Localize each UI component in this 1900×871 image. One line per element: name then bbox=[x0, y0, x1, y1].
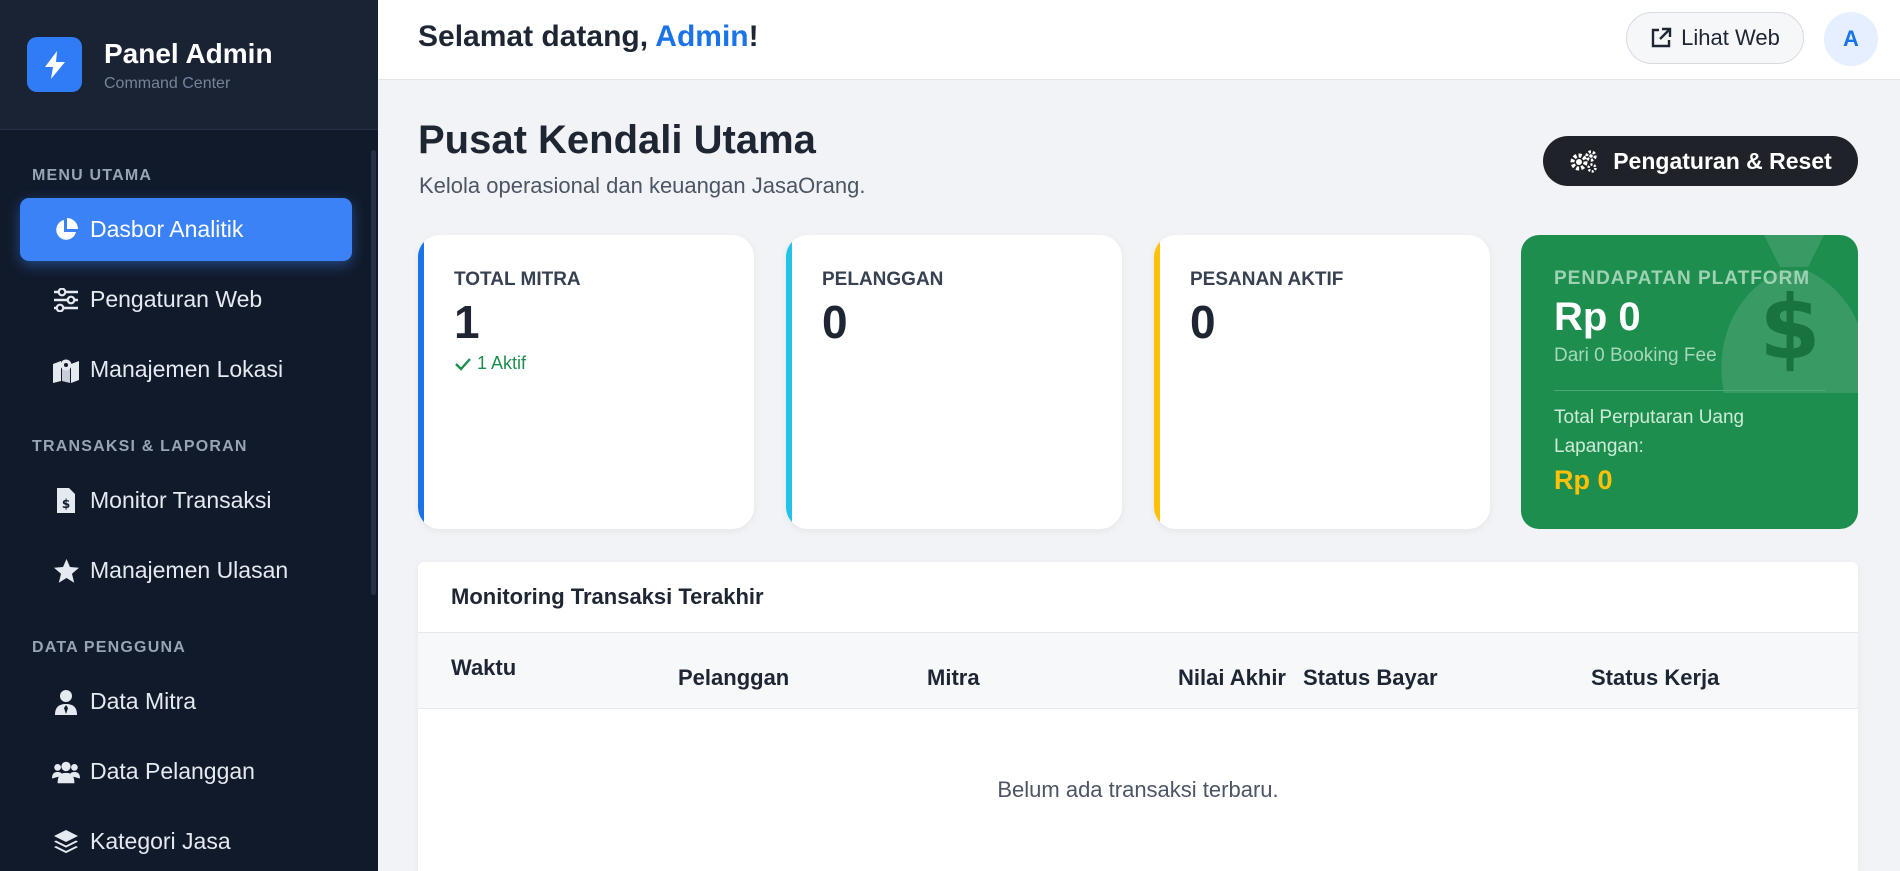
view-web-button[interactable]: Lihat Web bbox=[1626, 12, 1804, 64]
pie-chart-icon bbox=[52, 216, 80, 244]
column-header-waktu[interactable]: Waktu bbox=[451, 655, 516, 681]
empty-state-text: Belum ada transaksi terbaru. bbox=[997, 777, 1279, 802]
sidebar-item-label: Manajemen Lokasi bbox=[90, 356, 284, 382]
topbar: Selamat datang, Admin! Lihat Web A bbox=[378, 0, 1900, 80]
column-header-status-bayar[interactable]: Status Bayar bbox=[1303, 665, 1438, 691]
gears-icon bbox=[1570, 150, 1597, 173]
sidebar-item-manajemen-lokasi[interactable]: Manajemen Lokasi bbox=[20, 338, 352, 401]
sidebar-item-data-mitra[interactable]: Data Mitra bbox=[20, 670, 352, 733]
section-label-transaksi: TRANSAKSI & LAPORAN bbox=[32, 438, 248, 455]
stat-value: 0 bbox=[1190, 296, 1216, 348]
sidebar-scrollbar[interactable] bbox=[371, 150, 376, 595]
column-header-pelanggan[interactable]: Pelanggan bbox=[678, 665, 789, 691]
avatar[interactable]: A bbox=[1824, 12, 1878, 66]
settings-reset-label: Pengaturan & Reset bbox=[1613, 147, 1832, 174]
layers-icon bbox=[52, 828, 80, 856]
panel-title: Monitoring Transaksi Terakhir bbox=[451, 584, 764, 609]
sidebar-item-data-pelanggan[interactable]: Data Pelanggan bbox=[20, 740, 352, 803]
stat-note-text: 1 Aktif bbox=[477, 353, 527, 373]
card-accent-bar bbox=[418, 235, 424, 529]
money-bag-icon: $ bbox=[1721, 235, 1858, 393]
revenue-total-value: Rp 0 bbox=[1554, 465, 1613, 495]
column-header-nilai-akhir[interactable]: Nilai Akhir bbox=[1178, 665, 1286, 691]
stat-card-pelanggan: PELANGGAN 0 bbox=[786, 235, 1122, 529]
sidebar-item-label: Data Mitra bbox=[90, 688, 197, 714]
page-subtitle: Kelola operasional dan keuangan JasaOran… bbox=[419, 173, 866, 198]
column-header-mitra[interactable]: Mitra bbox=[927, 665, 980, 691]
star-icon bbox=[52, 557, 80, 585]
stat-value: 0 bbox=[822, 296, 848, 348]
sidebar-item-label: Pengaturan Web bbox=[90, 286, 263, 312]
stat-card-pesanan-aktif: PESANAN AKTIF 0 bbox=[1154, 235, 1490, 529]
sidebar-brand: Panel Admin Command Center bbox=[0, 0, 378, 130]
section-label-data-pengguna: DATA PENGGUNA bbox=[32, 639, 186, 656]
sidebar-item-label: Manajemen Ulasan bbox=[90, 557, 289, 583]
brand-subtitle: Command Center bbox=[104, 74, 231, 92]
check-icon bbox=[455, 357, 471, 371]
map-icon bbox=[52, 356, 80, 384]
brand-title: Panel Admin bbox=[104, 37, 273, 69]
column-header-status-kerja[interactable]: Status Kerja bbox=[1591, 665, 1719, 691]
sidebar-item-label: Monitor Transaksi bbox=[90, 487, 272, 513]
stat-card-total-mitra: TOTAL MITRA 1 1 Aktif bbox=[418, 235, 754, 529]
sidebar-item-label: Kategori Jasa bbox=[90, 828, 231, 854]
sidebar: Panel Admin Command Center MENU UTAMA Da… bbox=[0, 0, 378, 871]
stat-label: PESANAN AKTIF bbox=[1190, 269, 1344, 290]
sidebar-item-pengaturan-web[interactable]: Pengaturan Web bbox=[20, 268, 352, 331]
svg-text:$: $ bbox=[62, 497, 70, 511]
welcome-prefix: Selamat datang, bbox=[418, 20, 656, 53]
table-header: Waktu Pelanggan Mitra Nilai Akhir Status… bbox=[418, 632, 1858, 709]
settings-reset-button[interactable]: Pengaturan & Reset bbox=[1543, 136, 1858, 186]
sidebar-item-manajemen-ulasan[interactable]: Manajemen Ulasan bbox=[20, 539, 352, 602]
revenue-value: Rp 0 bbox=[1554, 295, 1641, 339]
stat-label: PELANGGAN bbox=[822, 269, 944, 290]
user-tie-icon bbox=[52, 688, 80, 716]
card-accent-bar bbox=[786, 235, 792, 529]
sidebar-item-dasbor-analitik[interactable]: Dasbor Analitik bbox=[20, 198, 352, 261]
revenue-divider bbox=[1554, 390, 1826, 391]
invoice-icon: $ bbox=[52, 487, 80, 515]
stat-label: TOTAL MITRA bbox=[454, 269, 581, 290]
welcome-name: Admin bbox=[655, 20, 749, 53]
sidebar-item-kategori-jasa[interactable]: Kategori Jasa bbox=[20, 810, 352, 871]
section-label-menu-utama: MENU UTAMA bbox=[32, 167, 153, 184]
page-title: Pusat Kendali Utama bbox=[418, 118, 816, 162]
stat-value: 1 bbox=[454, 296, 480, 348]
sidebar-item-label: Dasbor Analitik bbox=[90, 216, 244, 242]
users-icon bbox=[52, 758, 80, 786]
welcome-suffix: ! bbox=[748, 20, 759, 53]
card-accent-bar bbox=[1154, 235, 1160, 529]
external-link-icon bbox=[1651, 27, 1672, 48]
revenue-total-label: Total Perputaran Uang Lapangan: bbox=[1554, 407, 1745, 457]
stat-note: 1 Aktif bbox=[454, 353, 526, 374]
revenue-label: PENDAPATAN PLATFORM bbox=[1554, 268, 1811, 289]
revenue-sub: Dari 0 Booking Fee bbox=[1554, 345, 1717, 366]
revenue-card: $ PENDAPATAN PLATFORM Rp 0 Dari 0 Bookin… bbox=[1521, 235, 1858, 529]
sliders-icon bbox=[52, 286, 80, 314]
sidebar-item-monitor-transaksi[interactable]: $ Monitor Transaksi bbox=[20, 469, 352, 532]
bolt-icon bbox=[27, 37, 82, 92]
svg-text:$: $ bbox=[1759, 276, 1820, 379]
sidebar-item-label: Data Pelanggan bbox=[90, 758, 255, 784]
transactions-panel: Monitoring Transaksi Terakhir Waktu Pela… bbox=[418, 562, 1858, 871]
view-web-label: Lihat Web bbox=[1681, 25, 1780, 50]
welcome-message: Selamat datang, Admin! bbox=[418, 20, 759, 54]
